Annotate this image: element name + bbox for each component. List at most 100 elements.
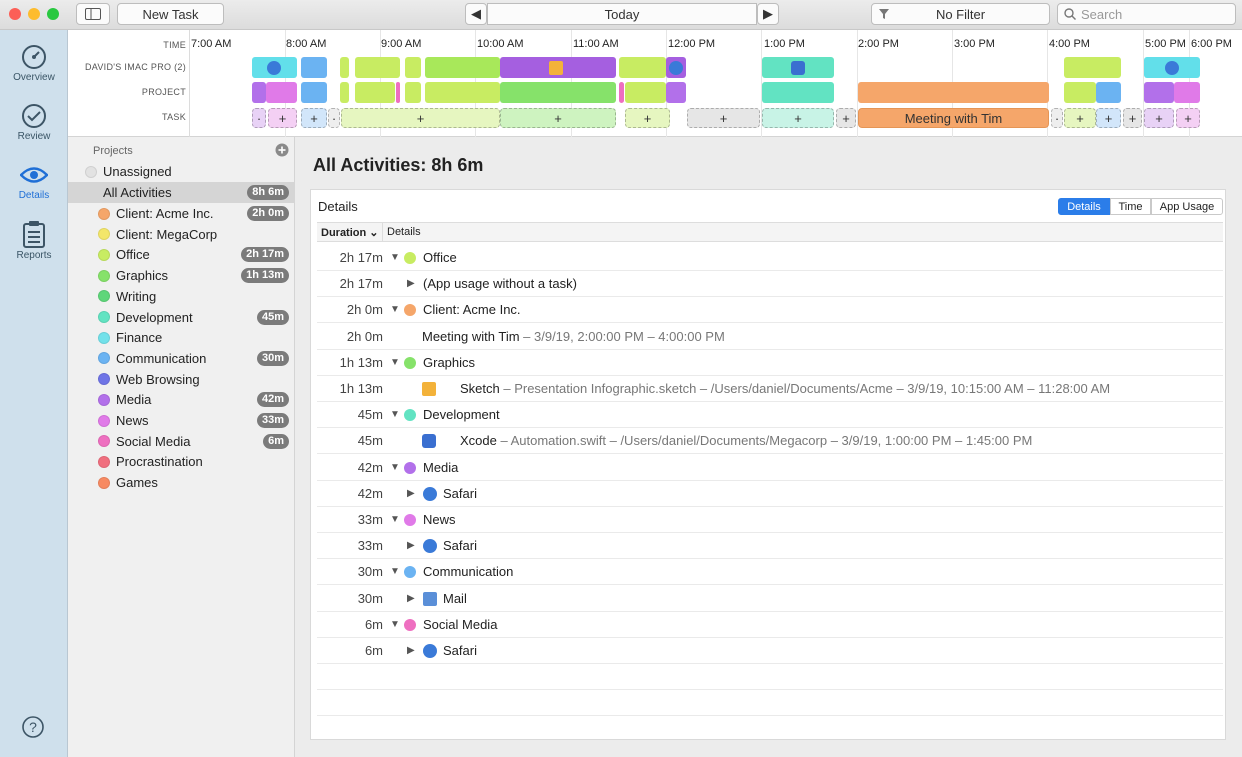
column-details[interactable]: Details bbox=[387, 226, 421, 238]
disclosure-triangle-icon[interactable]: ▼ bbox=[390, 304, 400, 315]
project-block[interactable] bbox=[619, 82, 624, 103]
tab-details[interactable]: Details bbox=[1058, 198, 1110, 215]
column-duration[interactable]: Duration ⌄ bbox=[321, 226, 379, 239]
add-task-button[interactable]: + bbox=[1123, 108, 1142, 128]
add-task-button[interactable]: + bbox=[301, 108, 327, 128]
disclosure-triangle-icon[interactable]: ▼ bbox=[390, 409, 400, 420]
project-block[interactable] bbox=[425, 82, 500, 103]
new-task-button[interactable]: New Task bbox=[117, 3, 224, 25]
next-day-button[interactable]: ▶ bbox=[757, 3, 779, 25]
project-item[interactable]: Media 42m bbox=[68, 389, 295, 410]
project-item[interactable]: Procrastination bbox=[68, 451, 295, 472]
project-group-row[interactable]: 2h 17m ▼ Office bbox=[317, 245, 1223, 271]
activity-block[interactable] bbox=[405, 57, 421, 78]
nav-review[interactable]: Review bbox=[0, 103, 68, 161]
add-project-button[interactable] bbox=[275, 143, 289, 162]
project-item[interactable]: Social Media 6m bbox=[68, 431, 295, 452]
project-block[interactable] bbox=[625, 82, 666, 103]
project-item[interactable]: Communication 30m bbox=[68, 348, 295, 369]
disclosure-triangle-icon[interactable]: ▶ bbox=[407, 645, 415, 656]
add-task-button[interactable]: + bbox=[836, 108, 856, 128]
project-block[interactable] bbox=[252, 82, 266, 103]
activity-row[interactable]: 1h 13m Sketch – Presentation Infographic.… bbox=[317, 376, 1223, 402]
disclosure-triangle-icon[interactable]: ▶ bbox=[407, 540, 415, 551]
disclosure-triangle-icon[interactable]: ▼ bbox=[390, 619, 400, 630]
disclosure-triangle-icon[interactable]: ▼ bbox=[390, 252, 400, 263]
project-block[interactable] bbox=[355, 82, 395, 103]
task-slot[interactable]: · bbox=[328, 108, 340, 128]
activity-row[interactable]: 45m Xcode – Automation.swift – /Users/dan… bbox=[317, 428, 1223, 455]
activity-row[interactable]: 2h 17m ▶ (App usage without a task) bbox=[317, 271, 1223, 298]
disclosure-triangle-icon[interactable]: ▼ bbox=[390, 566, 400, 577]
project-block[interactable] bbox=[301, 82, 327, 103]
project-group-row[interactable]: 42m ▼ Media bbox=[317, 455, 1223, 481]
activity-block[interactable] bbox=[1064, 57, 1121, 78]
project-group-row[interactable]: 45m ▼ Development bbox=[317, 402, 1223, 429]
close-window-button[interactable] bbox=[9, 8, 21, 20]
project-block[interactable] bbox=[396, 82, 400, 103]
tab-app-usage[interactable]: App Usage bbox=[1151, 198, 1223, 215]
activity-block[interactable] bbox=[301, 57, 327, 78]
project-item[interactable]: Finance bbox=[68, 327, 295, 348]
disclosure-triangle-icon[interactable]: ▶ bbox=[407, 488, 415, 499]
project-block[interactable] bbox=[405, 82, 421, 103]
task-meeting-with-tim[interactable]: Meeting with Tim bbox=[858, 108, 1049, 128]
activity-block[interactable] bbox=[340, 57, 349, 78]
project-block[interactable] bbox=[666, 82, 686, 103]
disclosure-triangle-icon[interactable]: ▼ bbox=[390, 514, 400, 525]
add-task-button[interactable]: + bbox=[1064, 108, 1096, 128]
add-task-button[interactable]: + bbox=[341, 108, 500, 128]
timeline[interactable]: TIME DAVID'S IMAC PRO (2) PROJECT TASK 7… bbox=[68, 30, 1242, 137]
project-block[interactable] bbox=[1144, 82, 1174, 103]
activity-block[interactable] bbox=[619, 57, 666, 78]
project-group-row[interactable]: 2h 0m ▼ Client: Acme Inc. bbox=[317, 297, 1223, 324]
project-block[interactable] bbox=[858, 82, 1049, 103]
project-item[interactable]: News 33m bbox=[68, 410, 295, 431]
zoom-window-button[interactable] bbox=[47, 8, 59, 20]
activity-block[interactable] bbox=[425, 57, 500, 78]
activity-row[interactable]: 42m ▶ Safari bbox=[317, 481, 1223, 507]
task-slot[interactable]: · bbox=[252, 108, 266, 128]
add-task-button[interactable]: + bbox=[268, 108, 297, 128]
search-field[interactable]: Search bbox=[1057, 3, 1236, 25]
add-task-button[interactable]: + bbox=[500, 108, 616, 128]
add-task-button[interactable]: + bbox=[625, 108, 670, 128]
project-item[interactable]: Games bbox=[68, 472, 295, 493]
disclosure-triangle-icon[interactable]: ▶ bbox=[407, 278, 415, 289]
project-block[interactable] bbox=[266, 82, 297, 103]
activity-row[interactable]: 30m ▶ Mail bbox=[317, 586, 1223, 612]
project-item[interactable]: Writing bbox=[68, 286, 295, 307]
sidebar-toggle-button[interactable] bbox=[76, 3, 110, 25]
add-task-button[interactable]: + bbox=[687, 108, 760, 128]
activity-block[interactable] bbox=[355, 57, 400, 78]
add-task-button[interactable]: + bbox=[762, 108, 834, 128]
disclosure-triangle-icon[interactable]: ▼ bbox=[390, 357, 400, 368]
project-item[interactable]: Development 45m bbox=[68, 307, 295, 328]
project-block[interactable] bbox=[500, 82, 616, 103]
filter-button[interactable]: No Filter bbox=[871, 3, 1050, 25]
project-block[interactable] bbox=[1096, 82, 1121, 103]
project-group-row[interactable]: 33m ▼ News bbox=[317, 507, 1223, 533]
project-block[interactable] bbox=[1174, 82, 1200, 103]
project-block[interactable] bbox=[1064, 82, 1096, 103]
minimize-window-button[interactable] bbox=[28, 8, 40, 20]
help-button[interactable]: ? bbox=[22, 716, 44, 743]
previous-day-button[interactable]: ◀ bbox=[465, 3, 487, 25]
activity-row[interactable]: 33m ▶ Safari bbox=[317, 533, 1223, 560]
task-slot[interactable]: · bbox=[1051, 108, 1063, 128]
date-button[interactable]: Today bbox=[487, 3, 757, 25]
tab-time[interactable]: Time bbox=[1110, 198, 1151, 215]
nav-overview[interactable]: Overview bbox=[0, 44, 68, 102]
project-item[interactable]: Client: MegaCorp bbox=[68, 224, 295, 245]
nav-reports[interactable]: Reports bbox=[0, 220, 68, 278]
add-task-button[interactable]: + bbox=[1096, 108, 1121, 128]
disclosure-triangle-icon[interactable]: ▼ bbox=[390, 462, 400, 473]
project-unassigned[interactable]: Unassigned bbox=[68, 161, 295, 182]
project-item[interactable]: Graphics 1h 13m bbox=[68, 265, 295, 286]
add-task-button[interactable]: + bbox=[1176, 108, 1200, 128]
project-item[interactable]: Client: Acme Inc. 2h 0m bbox=[68, 203, 295, 224]
project-item[interactable]: Web Browsing bbox=[68, 369, 295, 390]
project-group-row[interactable]: 1h 13m ▼ Graphics bbox=[317, 350, 1223, 376]
activity-row[interactable]: 2h 0m Meeting with Tim – 3/9/19, 2:00:00 … bbox=[317, 324, 1223, 350]
project-all-activities[interactable]: All Activities 8h 6m bbox=[68, 182, 295, 203]
